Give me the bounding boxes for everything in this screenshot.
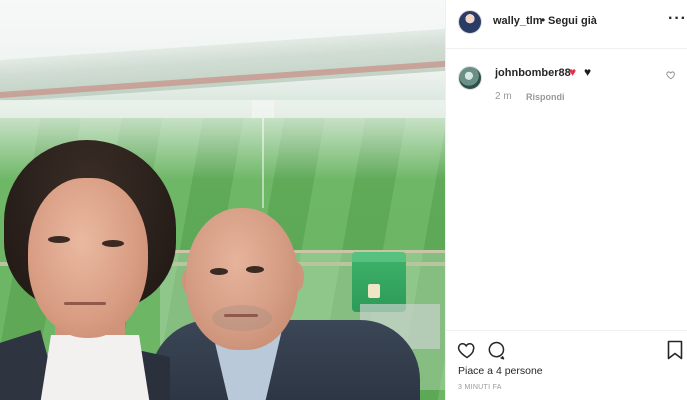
photo-goal <box>252 100 274 118</box>
reply-button[interactable]: Rispondi <box>526 92 565 102</box>
post-time-ago: 3 MINUTI FA <box>458 384 502 391</box>
bookmark-icon[interactable] <box>667 340 683 360</box>
post-side-panel: wally_tlm • Segui già ··· johnbomber88 ♥… <box>445 0 687 400</box>
person2-eye <box>210 268 228 275</box>
comment-username[interactable]: johnbomber88 <box>495 67 571 79</box>
person1-eye <box>102 240 124 247</box>
person2-eye <box>246 266 264 273</box>
person2-jacket <box>150 320 420 400</box>
photo-line <box>262 118 264 208</box>
author-username[interactable]: wally_tlm <box>493 15 543 27</box>
person2-beard <box>212 305 272 331</box>
heart-outline-icon[interactable] <box>457 340 477 360</box>
speech-bubble-icon[interactable] <box>486 340 506 360</box>
post-photo[interactable] <box>0 0 445 400</box>
following-button[interactable]: Segui già <box>548 15 597 27</box>
author-avatar[interactable] <box>458 10 482 34</box>
red-heart-emoji: ♥ <box>569 65 577 79</box>
person1-face <box>28 178 148 338</box>
photo-bin-lid <box>352 252 406 262</box>
small-heart-icon[interactable] <box>666 70 676 80</box>
commenter-avatar[interactable] <box>458 66 482 90</box>
person1-mouth <box>64 302 106 305</box>
likes-count[interactable]: Piace a 4 persone <box>458 365 543 377</box>
black-heart-emoji: ♥ <box>584 65 592 79</box>
more-options-icon[interactable]: ··· <box>668 10 687 28</box>
person1-eye <box>48 236 70 243</box>
post-header: wally_tlm • Segui già ··· <box>446 0 687 49</box>
separator-dot: • <box>541 13 546 27</box>
comment-timestamp[interactable]: 2 m <box>495 91 512 102</box>
person1-shirt <box>40 335 150 400</box>
photo-bin-badge <box>368 284 380 298</box>
person2-mouth <box>224 314 258 317</box>
